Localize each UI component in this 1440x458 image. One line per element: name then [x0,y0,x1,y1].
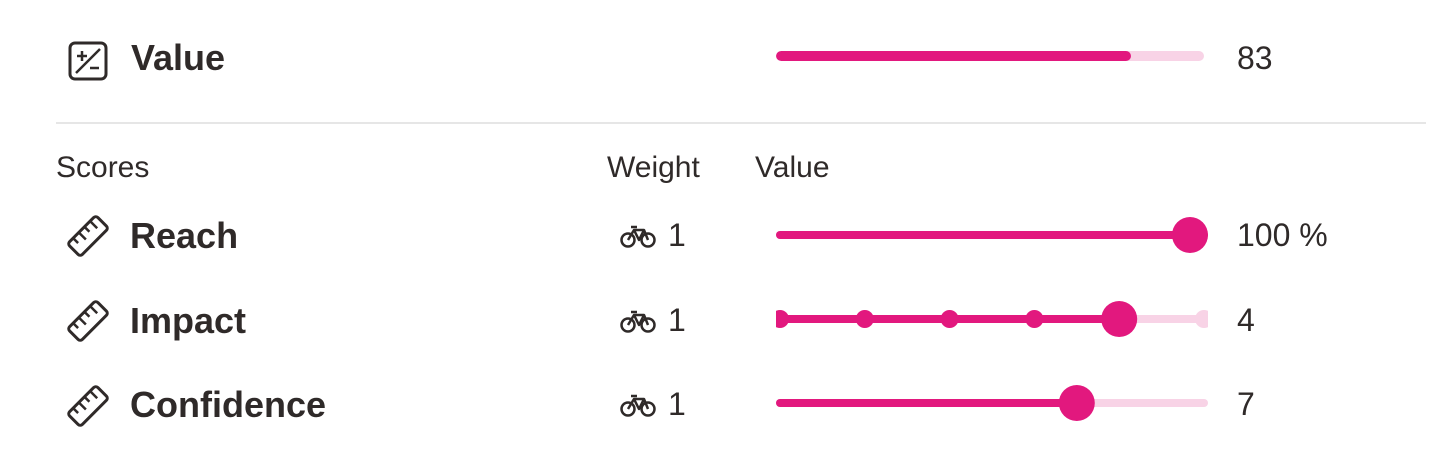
weight-value: 1 [668,386,686,422]
score-slider[interactable] [776,383,1208,423]
slider-step-dot [776,310,789,328]
score-value: 7 [1237,386,1255,422]
slider-step-dot [1195,310,1208,328]
value-header: Value [755,151,830,184]
score-label: Confidence [130,384,327,425]
slider-step-dot [1025,310,1044,328]
weight-header: Weight [607,151,700,184]
summary-progress-fill [776,51,1132,61]
ruler-icon [67,385,109,427]
summary-label: Value [131,37,226,78]
divider [56,122,1426,124]
bicycle-icon [620,225,656,248]
ruler-icon [67,300,109,342]
scores-header: Scores [56,151,150,184]
bicycle-icon [620,394,656,417]
slider-step-dot [855,310,874,328]
bicycle-icon [620,310,656,333]
slider-thumb[interactable] [1172,217,1208,253]
slider-step-dot [940,310,959,328]
ruler-icon [67,215,109,257]
slider-thumb[interactable] [1058,385,1095,421]
score-label: Impact [130,300,247,341]
score-slider[interactable] [776,215,1208,255]
weight-value: 1 [668,217,686,253]
plus-minus-square-icon [68,41,108,81]
summary-progress-bar [776,51,1204,61]
score-value: 100 % [1237,217,1328,253]
score-slider[interactable] [776,299,1208,339]
weight-value: 1 [668,302,686,338]
score-value: 4 [1237,302,1255,338]
score-label: Reach [130,215,239,256]
slider-thumb[interactable] [1101,301,1138,337]
summary-value: 83 [1237,40,1273,76]
